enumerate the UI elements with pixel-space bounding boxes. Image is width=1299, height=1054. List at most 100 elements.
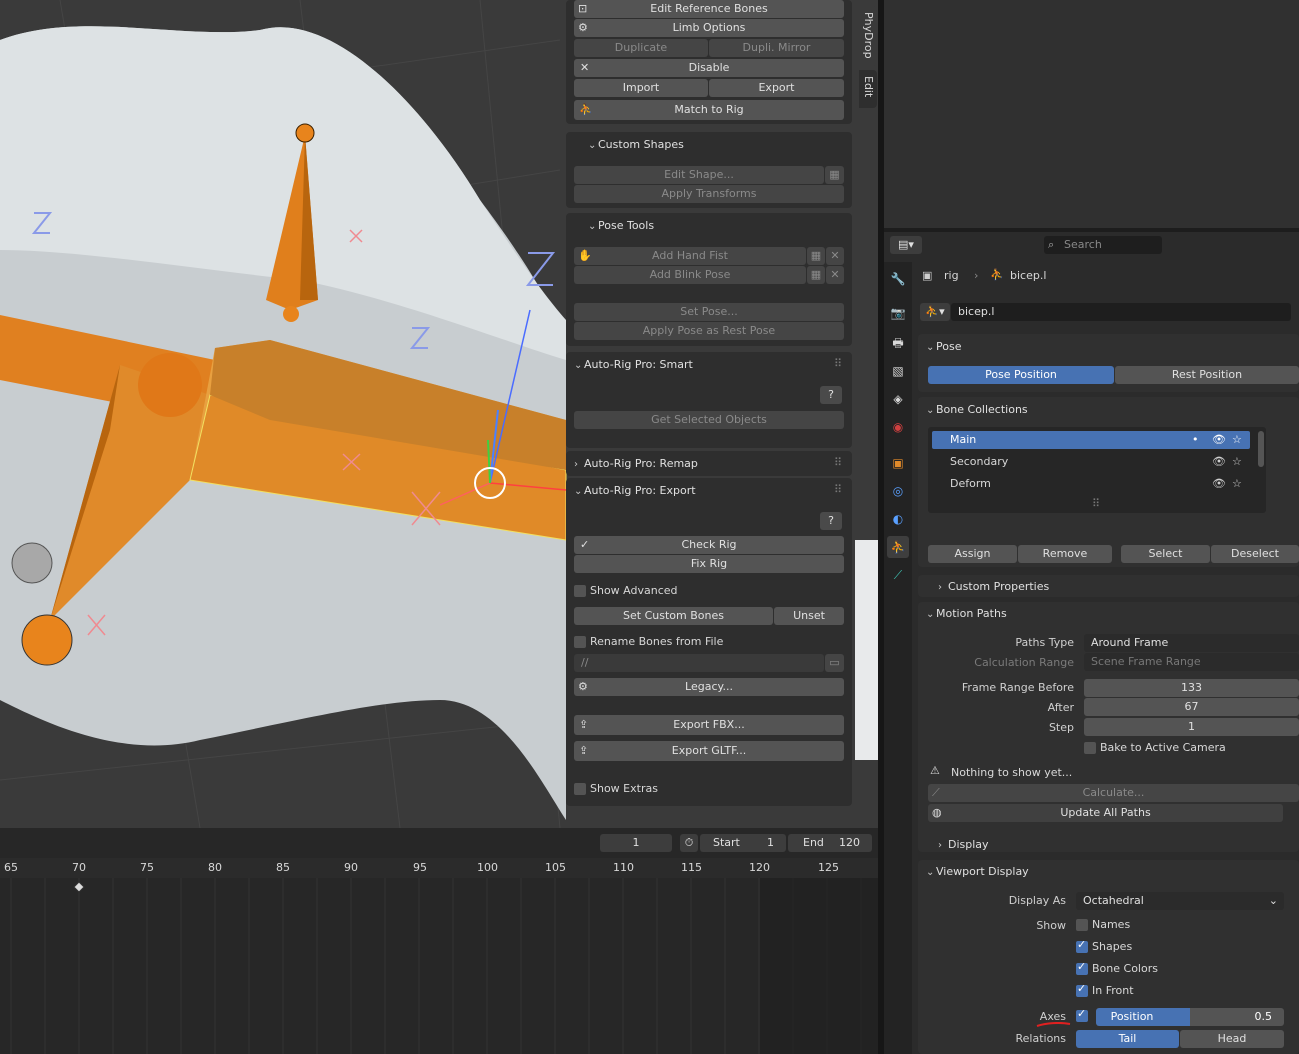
- check-rig-button[interactable]: ✓ Check Rig: [574, 536, 844, 554]
- breadcrumb-bone[interactable]: bicep.l: [1010, 269, 1046, 282]
- list-scrollbar[interactable]: [1258, 431, 1264, 467]
- bone-name-input[interactable]: bicep.l: [951, 303, 1291, 321]
- apply-pose-rest-button[interactable]: Apply Pose as Rest Pose: [574, 322, 844, 340]
- apply-transforms-button[interactable]: Apply Transforms: [574, 185, 844, 203]
- pose-position-button[interactable]: Pose Position: [928, 366, 1114, 384]
- motion-paths-header[interactable]: ⌄ Motion Paths: [926, 607, 1007, 620]
- modifiers-tab-icon[interactable]: ◎: [887, 480, 909, 502]
- help-icon[interactable]: ?: [820, 386, 842, 404]
- remove-button[interactable]: Remove: [1018, 545, 1112, 563]
- bone-type-icon[interactable]: ⛹▾: [920, 303, 950, 321]
- frame-ruler[interactable]: 65 70 75 80 85 90 95 100 105 110 115 120…: [0, 858, 878, 878]
- resize-handle-icon[interactable]: ⠿: [1092, 497, 1100, 511]
- assign-button[interactable]: Assign: [928, 545, 1017, 563]
- blink-settings-icon[interactable]: ▦: [807, 266, 825, 284]
- disable-button[interactable]: ✕ Disable: [574, 59, 844, 77]
- start-frame-field[interactable]: Start 1: [700, 834, 786, 852]
- axes-position-slider[interactable]: Position 0.5: [1096, 1008, 1284, 1026]
- set-pose-button[interactable]: Set Pose...: [574, 303, 844, 321]
- add-hand-fist-button[interactable]: ✋ Add Hand Fist: [574, 247, 806, 265]
- eye-icon[interactable]: 👁: [1212, 477, 1226, 491]
- tool-tab-icon[interactable]: 🔧: [887, 268, 909, 290]
- paths-type-select[interactable]: Around Frame: [1084, 634, 1299, 652]
- add-blink-pose-button[interactable]: Add Blink Pose: [574, 266, 806, 284]
- set-custom-bones-button[interactable]: Set Custom Bones: [574, 607, 773, 625]
- eye-icon[interactable]: 👁: [1212, 433, 1226, 447]
- object-tab-icon[interactable]: ▣: [887, 452, 909, 474]
- get-selected-objects-button[interactable]: Get Selected Objects: [574, 411, 844, 429]
- after-field[interactable]: 67: [1084, 698, 1299, 716]
- list-item[interactable]: Main • 👁 ☆: [932, 431, 1250, 449]
- bone-collections-header[interactable]: ⌄ Bone Collections: [926, 403, 1028, 416]
- timeline[interactable]: 1 ⏱ Start 1 End 120 65 70 75 80 85 90 95 1…: [0, 828, 878, 1054]
- select-button[interactable]: Select: [1121, 545, 1210, 563]
- tab-edit[interactable]: Edit: [859, 70, 877, 108]
- list-item[interactable]: Deform 👁 ☆: [932, 475, 1250, 493]
- armature-tab-icon[interactable]: ⛹: [887, 536, 909, 558]
- duplicate-button[interactable]: Duplicate: [574, 39, 708, 57]
- export-button[interactable]: Export: [709, 79, 844, 97]
- empty-area[interactable]: [884, 0, 1299, 228]
- dupli-mirror-button[interactable]: Dupli. Mirror: [709, 39, 844, 57]
- hand-fist-settings-icon[interactable]: ▦: [807, 247, 825, 265]
- drag-handle-icon[interactable]: ⠿: [834, 357, 842, 371]
- show-advanced-checkbox[interactable]: [574, 585, 586, 597]
- edit-shape-button[interactable]: Edit Shape...: [574, 166, 824, 184]
- frame-before-field[interactable]: 133: [1084, 679, 1299, 697]
- import-button[interactable]: Import: [574, 79, 708, 97]
- world-tab-icon[interactable]: ◉: [887, 416, 909, 438]
- current-frame-field[interactable]: 1: [600, 834, 672, 852]
- drag-handle-icon[interactable]: ⠿: [834, 483, 842, 497]
- smart-header[interactable]: ⌄ Auto-Rig Pro: Smart: [574, 358, 693, 371]
- scene-tab-icon[interactable]: ◈: [887, 388, 909, 410]
- unset-button[interactable]: Unset: [774, 607, 844, 625]
- output-tab-icon[interactable]: 🖶: [887, 332, 909, 354]
- view-layer-tab-icon[interactable]: ▧: [887, 360, 909, 382]
- pose-tools-header[interactable]: ⌄ Pose Tools: [588, 219, 654, 232]
- head-button[interactable]: Head: [1180, 1030, 1284, 1048]
- in-front-checkbox[interactable]: [1076, 982, 1088, 997]
- shapes-checkbox[interactable]: [1076, 938, 1088, 953]
- export-fbx-button[interactable]: ⇪ Export FBX...: [574, 715, 844, 735]
- custom-shapes-header[interactable]: ⌄ Custom Shapes: [588, 138, 684, 151]
- stopwatch-icon[interactable]: ⏱: [680, 834, 698, 852]
- names-checkbox[interactable]: [1076, 919, 1088, 931]
- edit-reference-bones-button[interactable]: ⊡ Edit Reference Bones: [574, 0, 844, 18]
- fix-rig-button[interactable]: Fix Rig: [574, 555, 844, 573]
- eye-icon[interactable]: 👁: [1212, 455, 1226, 469]
- star-icon[interactable]: ☆: [1232, 455, 1242, 469]
- bone-colors-checkbox[interactable]: [1076, 960, 1088, 975]
- remap-header[interactable]: › Auto-Rig Pro: Remap: [574, 457, 698, 470]
- list-item[interactable]: Secondary 👁 ☆: [932, 453, 1250, 471]
- folder-icon[interactable]: ▭: [825, 654, 844, 672]
- export-gltf-button[interactable]: ⇪ Export GLTF...: [574, 741, 844, 761]
- calc-range-select[interactable]: Scene Frame Range: [1084, 653, 1299, 671]
- axes-checkbox[interactable]: [1076, 1007, 1088, 1022]
- editor-type-icon[interactable]: ▤▾: [890, 236, 922, 254]
- search-input[interactable]: Search: [1044, 236, 1162, 254]
- end-frame-field[interactable]: End 120: [788, 834, 872, 852]
- bone-tab-icon[interactable]: ⟋: [887, 564, 909, 586]
- pose-header[interactable]: ⌄ Pose: [926, 340, 961, 353]
- star-icon[interactable]: ☆: [1232, 477, 1242, 491]
- deselect-button[interactable]: Deselect: [1211, 545, 1299, 563]
- tab-phydrop[interactable]: PhyDrop: [859, 6, 877, 66]
- legacy-button[interactable]: ⚙ Legacy...: [574, 678, 844, 696]
- render-tab-icon[interactable]: 📷: [887, 302, 909, 324]
- physics-tab-icon[interactable]: ◐: [887, 508, 909, 530]
- hand-fist-close-icon[interactable]: ✕: [826, 247, 844, 265]
- rest-position-button[interactable]: Rest Position: [1115, 366, 1299, 384]
- custom-properties-header[interactable]: › Custom Properties: [938, 580, 1049, 593]
- match-to-rig-button[interactable]: ⛹ Match to Rig: [574, 100, 844, 120]
- calculate-button[interactable]: ⟋ Calculate...: [928, 784, 1299, 802]
- file-path-input[interactable]: //: [574, 654, 824, 672]
- breadcrumb-object[interactable]: rig: [944, 269, 959, 282]
- viewport-display-header[interactable]: ⌄ Viewport Display: [926, 865, 1029, 878]
- display-subpanel-header[interactable]: › Display: [938, 838, 989, 851]
- display-as-select[interactable]: Octahedral ⌄: [1076, 892, 1284, 910]
- bake-camera-checkbox[interactable]: [1084, 742, 1096, 754]
- export-header[interactable]: ⌄ Auto-Rig Pro: Export: [574, 484, 696, 497]
- star-icon[interactable]: ☆: [1232, 433, 1242, 447]
- tail-button[interactable]: Tail: [1076, 1030, 1179, 1048]
- shape-picker-icon[interactable]: ▦: [825, 166, 844, 184]
